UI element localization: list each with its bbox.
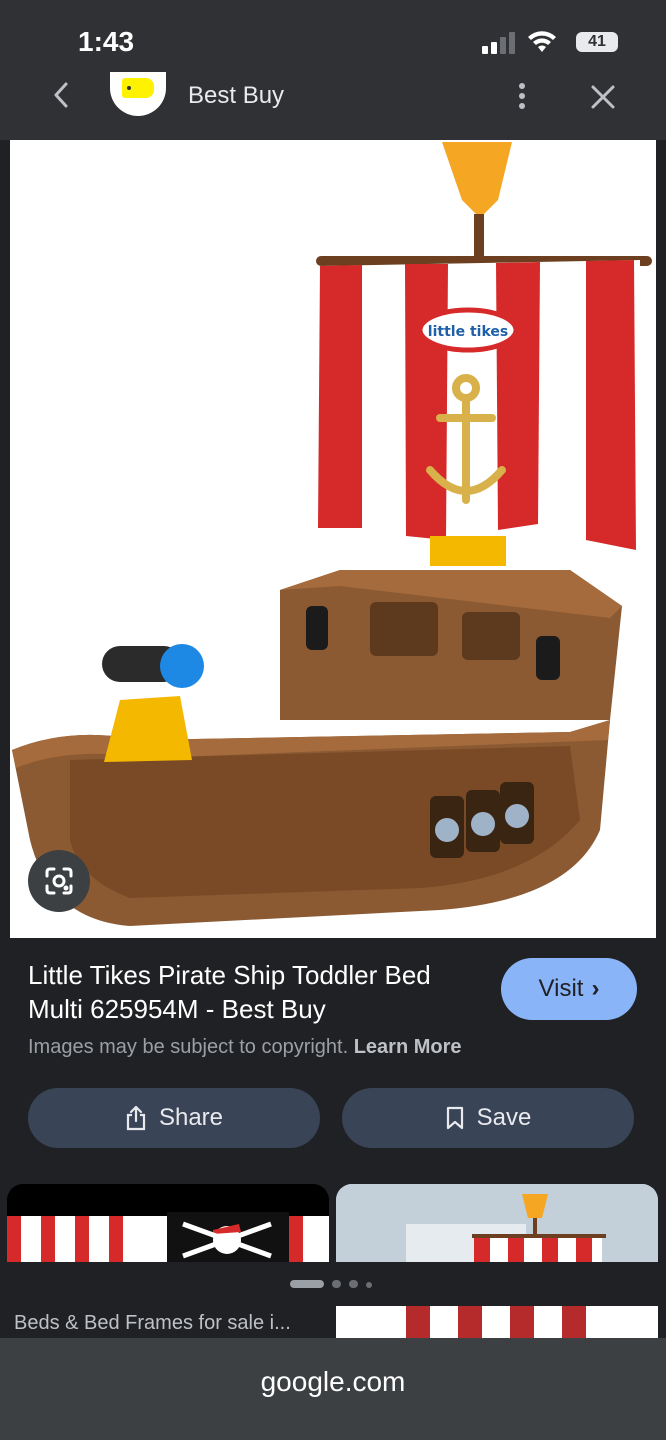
copyright-text: Images may be subject to copyright. (28, 1036, 349, 1058)
product-image[interactable]: little tikes (10, 140, 656, 938)
cellular-signal-icon (482, 32, 515, 54)
visit-label: Visit (538, 975, 584, 1002)
price-tag-icon (122, 78, 154, 98)
carousel-dot (349, 1280, 358, 1288)
related-thumbnail[interactable] (336, 1184, 658, 1262)
share-button[interactable]: Share (28, 1088, 320, 1148)
lens-search-button[interactable] (28, 850, 90, 912)
save-label: Save (476, 1104, 532, 1131)
copyright-notice: Images may be subject to copyright. Lear… (28, 1036, 462, 1059)
close-icon[interactable] (590, 84, 616, 110)
visit-button[interactable]: Visit › (501, 958, 637, 1020)
status-time: 1:43 (78, 26, 135, 57)
related-caption[interactable]: Beds & Bed Frames for sale i... (14, 1312, 291, 1335)
carousel-dot (332, 1280, 341, 1288)
related-thumbnail-preview[interactable] (336, 1306, 658, 1338)
learn-more-link[interactable]: Learn More (354, 1036, 462, 1058)
related-thumbnail[interactable] (7, 1184, 329, 1262)
lens-icon (45, 867, 73, 895)
url-bar[interactable]: google.com (0, 1338, 666, 1440)
more-options-icon[interactable] (512, 82, 532, 112)
site-name[interactable]: Best Buy (188, 82, 284, 110)
share-icon (126, 1105, 146, 1131)
sail (318, 260, 640, 550)
site-favicon (110, 72, 166, 116)
back-chevron-icon[interactable] (50, 82, 74, 108)
sail-logo-text: little tikes (428, 324, 508, 340)
pirate-bed-thumbnail (336, 1184, 658, 1262)
pirate-flag-thumbnail (7, 1212, 329, 1262)
status-icons: 41 (462, 30, 622, 58)
result-title[interactable]: Little Tikes Pirate Ship Toddler Bed Mul… (28, 958, 468, 1026)
sail-thumbnail (406, 1306, 586, 1338)
share-label: Share (158, 1104, 224, 1131)
battery-icon: 41 (576, 32, 618, 52)
save-button[interactable]: Save (342, 1088, 634, 1148)
top-nav: Best Buy (0, 72, 666, 140)
bookmark-icon (446, 1106, 463, 1130)
carousel-indicator (290, 1280, 380, 1290)
status-bar: 1:43 41 (0, 0, 666, 82)
wifi-icon (528, 31, 556, 52)
carousel-dot-active (290, 1280, 324, 1288)
pirate-ship-bed-illustration: little tikes (12, 142, 652, 926)
carousel-dot (366, 1282, 372, 1288)
url-text: google.com (260, 1366, 406, 1397)
chevron-right-icon: › (591, 975, 600, 1002)
related-images (0, 1184, 666, 1262)
